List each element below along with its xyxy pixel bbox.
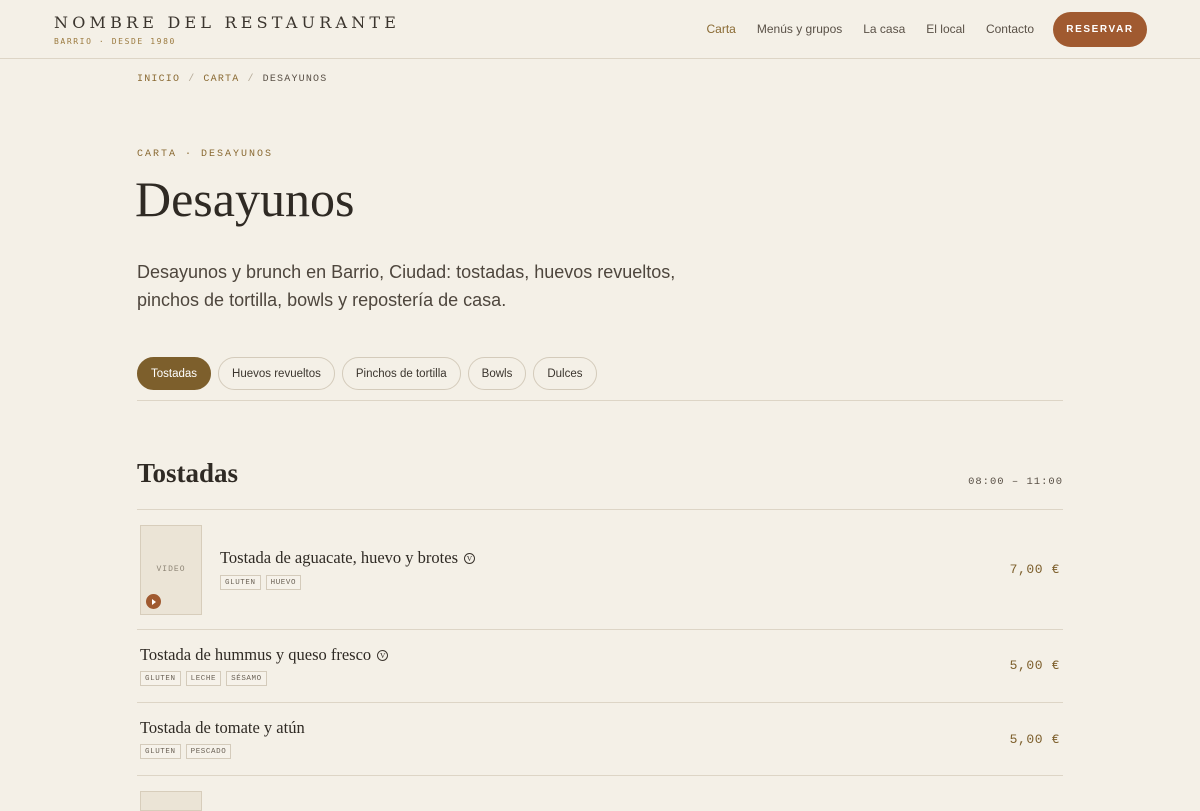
section-title: Tostadas [137,458,239,488]
divider [137,629,1063,630]
breadcrumb-item-inicio[interactable]: INICIO [137,74,180,85]
allergen-tag: GLUTEN [140,744,181,759]
tab-dulces[interactable]: Dulces [533,357,597,390]
breadcrumb-item-carta[interactable]: CARTA [203,74,239,85]
dish-name: Tostada de hummus y queso fresco V [140,645,389,665]
allergen-tag: SÉSAMO [226,671,267,686]
tab-huevos-revueltos[interactable]: Huevos revueltos [218,357,335,390]
allergen-tag: PESCADO [185,744,232,759]
dish-name-text: Tostada de aguacate, huevo y brotes [220,548,459,567]
dish-name-text: Tostada de tomate y atún [140,718,305,737]
page-intro: Desayunos y brunch en Barrio, Ciudad: to… [137,262,676,310]
brand-name: NOMBRE DEL RESTAURANTE [54,13,401,32]
breadcrumb-separator: / [247,74,255,85]
allergen-tag: GLUTEN [140,671,181,686]
dish-name: Tostada de tomate y atún [140,718,305,738]
allergen-list: GLUTEN LECHE SÉSAMO [140,671,267,686]
dish-video-thumbnail[interactable]: VIDEO [140,525,202,615]
video-label: VIDEO [156,565,186,574]
dish-price: 5,00 € [1009,658,1060,673]
breadcrumb-separator: / [188,74,196,85]
page-eyebrow: CARTA · DESAYUNOS [137,149,274,160]
dish-price: 5,00 € [1009,732,1060,747]
main-nav: Carta Menús y grupos La casa El local Co… [707,22,1034,36]
divider [137,509,1063,510]
reserve-button[interactable]: RESERVAR [1053,12,1147,47]
play-icon[interactable] [146,594,161,609]
allergen-tag: LECHE [185,671,222,686]
allergen-list: GLUTEN HUEVO [220,575,302,590]
vegetarian-icon: V [464,552,476,564]
brand-logo[interactable]: NOMBRE DEL RESTAURANTE BARRIO · DESDE 19… [54,13,400,46]
section-hours: 08:00 – 11:00 [968,476,1063,488]
dish-name-text: Tostada de hummus y queso fresco [140,645,372,664]
nav-item-contacto[interactable]: Contacto [986,22,1034,36]
page-title: Desayunos [135,171,355,227]
breadcrumb: INICIO / CARTA / DESAYUNOS [137,74,327,85]
brand-tagline: BARRIO · DESDE 1980 [54,37,176,46]
tab-bowls[interactable]: Bowls [467,357,527,390]
dish-price: 7,00 € [1009,562,1060,577]
allergen-list: GLUTEN PESCADO [140,744,232,759]
tab-pinchos-tortilla[interactable]: Pinchos de tortilla [341,357,461,390]
vegetarian-icon: V [377,649,389,661]
nav-item-la-casa[interactable]: La casa [863,22,905,36]
nav-item-carta[interactable]: Carta [707,22,736,36]
allergen-tag: GLUTEN [220,575,261,590]
tab-tostadas[interactable]: Tostadas [137,357,212,390]
breadcrumb-item-current: DESAYUNOS [262,74,328,85]
divider [137,775,1063,776]
divider [137,702,1063,703]
category-tabs: Tostadas Huevos revueltos Pinchos de tor… [137,357,597,390]
dish-thumbnail[interactable] [140,791,202,811]
allergen-tag: HUEVO [265,575,302,590]
divider [137,400,1063,401]
dish-name: Tostada de aguacate, huevo y brotes V [220,548,476,568]
nav-item-el-local[interactable]: El local [926,22,965,36]
site-header: NOMBRE DEL RESTAURANTE BARRIO · DESDE 19… [0,0,1200,59]
nav-item-menus-grupos[interactable]: Menús y grupos [757,22,842,36]
